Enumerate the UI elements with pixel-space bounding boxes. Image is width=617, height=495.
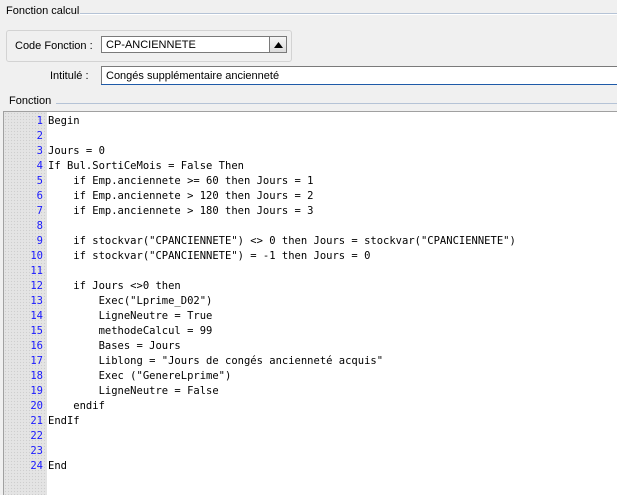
code-text[interactable]: methodeCalcul = 99 (48, 324, 213, 339)
code-line: 7 if Emp.anciennete > 180 then Jours = 3 (4, 204, 617, 219)
code-line: 9 if stockvar("CPANCIENNETE") <> 0 then … (4, 234, 617, 249)
code-text[interactable]: Liblong = "Jours de congés ancienneté ac… (48, 354, 383, 369)
line-number: 2 (36, 130, 43, 142)
code-fonction-input[interactable]: CP-ANCIENNETE (101, 36, 269, 53)
code-text[interactable]: Jours = 0 (48, 144, 105, 159)
code-text[interactable]: if Emp.anciennete > 120 then Jours = 2 (48, 189, 313, 204)
code-line: 10 if stockvar("CPANCIENNETE") = -1 then… (4, 249, 617, 264)
line-number: 10 (30, 250, 43, 262)
line-number: 14 (30, 310, 43, 322)
line-number: 4 (36, 160, 43, 172)
code-text[interactable]: Exec("Lprime_D02") (48, 294, 213, 309)
code-line: 12 if Jours <>0 then (4, 279, 617, 294)
section-title-fonction-calcul: Fonction calcul (6, 5, 80, 17)
line-number: 21 (30, 415, 43, 427)
code-line: 13 Exec("Lprime_D02") (4, 294, 617, 309)
code-editor[interactable]: 1 Begin 2 3 Jours = 0 4 If Bul.SortiCeMois = F… (3, 111, 617, 495)
code-text[interactable]: if Jours <>0 then (48, 279, 180, 294)
code-text[interactable]: if Emp.anciennete >= 60 then Jours = 1 (48, 174, 313, 189)
code-text[interactable]: If Bul.SortiCeMois = False Then (48, 159, 244, 174)
line-number: 15 (30, 325, 43, 337)
line-number: 13 (30, 295, 43, 307)
code-text[interactable]: End (48, 459, 67, 474)
code-line: 20 endif (4, 399, 617, 414)
section-divider-highlight (80, 14, 617, 15)
line-number: 7 (36, 205, 43, 217)
code-line: 23 (4, 444, 617, 459)
line-number: 16 (30, 340, 43, 352)
line-number: 9 (36, 235, 43, 247)
line-number: 8 (36, 220, 43, 232)
code-fonction-label: Code Fonction : (15, 40, 93, 52)
line-number: 3 (36, 145, 43, 157)
line-number: 18 (30, 370, 43, 382)
code-text[interactable]: Begin (48, 114, 80, 129)
code-line: 22 (4, 429, 617, 444)
code-line: 15 methodeCalcul = 99 (4, 324, 617, 339)
line-number: 24 (30, 460, 43, 472)
code-line: 5 if Emp.anciennete >= 60 then Jours = 1 (4, 174, 617, 189)
code-line: 4 If Bul.SortiCeMois = False Then (4, 159, 617, 174)
code-line: 18 Exec ("GenereLprime") (4, 369, 617, 384)
line-number: 11 (30, 265, 43, 277)
triangle-up-icon (273, 41, 283, 48)
code-line: 8 (4, 219, 617, 234)
code-lines: 1 Begin 2 3 Jours = 0 4 If Bul.SortiCeMois = F… (4, 114, 617, 474)
intitule-focus-underline (101, 84, 617, 85)
line-number: 6 (36, 190, 43, 202)
code-text[interactable]: if stockvar("CPANCIENNETE") = -1 then Jo… (48, 249, 370, 264)
line-number: 17 (30, 355, 43, 367)
code-line: 16 Bases = Jours (4, 339, 617, 354)
line-number: 12 (30, 280, 43, 292)
code-line: 24 End (4, 459, 617, 474)
code-line: 11 (4, 264, 617, 279)
line-number: 1 (36, 115, 43, 127)
code-text[interactable]: LigneNeutre = True (48, 309, 213, 324)
line-number: 19 (30, 385, 43, 397)
code-line: 1 Begin (4, 114, 617, 129)
code-text[interactable]: Exec ("GenereLprime") (48, 369, 232, 384)
code-text[interactable]: if stockvar("CPANCIENNETE") <> 0 then Jo… (48, 234, 516, 249)
code-fonction-lookup-button[interactable] (269, 36, 287, 53)
code-line: 14 LigneNeutre = True (4, 309, 617, 324)
code-line: 21 EndIf (4, 414, 617, 429)
code-line: 3 Jours = 0 (4, 144, 617, 159)
code-line: 17 Liblong = "Jours de congés ancienneté… (4, 354, 617, 369)
code-text[interactable]: EndIf (48, 414, 80, 429)
line-number: 5 (36, 175, 43, 187)
intitule-label: Intitulé : (50, 70, 89, 82)
code-text[interactable]: LigneNeutre = False (48, 384, 219, 399)
code-text[interactable]: Bases = Jours (48, 339, 181, 354)
code-line: 2 (4, 129, 617, 144)
line-number: 23 (30, 445, 43, 457)
intitule-input[interactable]: Congés supplémentaire ancienneté (101, 66, 617, 85)
code-line: 19 LigneNeutre = False (4, 384, 617, 399)
section-divider (56, 103, 617, 104)
line-number: 22 (30, 430, 43, 442)
code-text[interactable]: endif (48, 399, 105, 414)
line-number: 20 (30, 400, 43, 412)
code-text[interactable]: if Emp.anciennete > 180 then Jours = 3 (48, 204, 313, 219)
code-line: 6 if Emp.anciennete > 120 then Jours = 2 (4, 189, 617, 204)
section-title-fonction: Fonction (9, 95, 52, 107)
